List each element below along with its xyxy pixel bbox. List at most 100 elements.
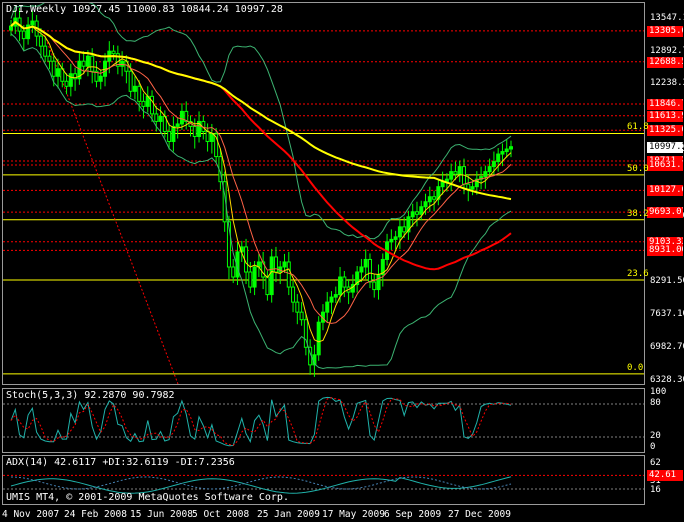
- candle-body: [342, 276, 347, 288]
- candle-body: [299, 311, 304, 321]
- ma-fast: [10, 21, 512, 343]
- stoch-main-line: [10, 396, 512, 447]
- price-axis-label: 12238.3: [650, 78, 684, 89]
- candle-body: [154, 113, 159, 122]
- candle-body: [500, 151, 505, 155]
- date-axis-label: 5 Oct 2008: [192, 509, 250, 520]
- date-axis-label: 15 Jun 2008: [130, 509, 193, 520]
- adx-value-tag: 42.61: [647, 470, 683, 482]
- stoch-axis-label: 100: [650, 387, 667, 397]
- fib-trendline: [42, 30, 179, 384]
- plus-di-line: [10, 476, 512, 490]
- candle-body: [179, 110, 184, 125]
- candle-body: [457, 166, 462, 175]
- stoch-axis-label: 80: [650, 398, 661, 408]
- date-axis-label: 27 Dec 2009: [448, 509, 511, 520]
- candle-body: [150, 95, 155, 115]
- candle-body: [64, 80, 69, 87]
- candle-body: [98, 75, 103, 82]
- candle-body: [449, 171, 454, 180]
- candle-body: [414, 211, 419, 215]
- price-chart-pane[interactable]: DJI,Weekly 10927.45 11000.83 10844.24 10…: [2, 2, 645, 385]
- candle-body: [295, 301, 300, 313]
- candle-body: [175, 123, 180, 127]
- fib-level-label: 23.6: [627, 269, 649, 280]
- stoch-axis-label: 0: [650, 442, 656, 452]
- candle-body: [483, 171, 488, 178]
- candle-body: [286, 261, 291, 288]
- candle-body: [85, 55, 90, 67]
- candle-body: [496, 153, 501, 163]
- candle-body: [504, 148, 509, 153]
- candle-body: [509, 146, 513, 150]
- price-level-tag: 11846.7: [647, 99, 683, 111]
- date-axis-label: 6 Sep 2009: [384, 509, 442, 520]
- candle-body: [9, 25, 13, 31]
- candle-body: [410, 211, 415, 218]
- candle-body: [90, 55, 95, 72]
- candle-body: [81, 60, 86, 67]
- candle-body: [269, 256, 274, 296]
- candle-body: [205, 130, 210, 143]
- current-price-tag: 10997.28: [647, 141, 683, 153]
- price-axis-label: 7637.10: [650, 309, 684, 320]
- candle-body: [47, 55, 52, 62]
- candle-body: [491, 161, 496, 168]
- candle-body: [359, 266, 364, 273]
- date-axis-label: 25 Jan 2009: [257, 509, 320, 520]
- candle-body: [158, 115, 163, 122]
- candle-body: [68, 73, 73, 87]
- candle-body: [192, 125, 197, 137]
- candle-body: [273, 256, 278, 273]
- bollinger-upper: [10, 3, 512, 240]
- candle-body: [132, 85, 137, 92]
- candle-body: [231, 266, 236, 278]
- fib-level-label: 0.0: [627, 362, 644, 373]
- candle-body: [291, 286, 296, 303]
- adx-line: [10, 476, 512, 494]
- candle-body: [325, 301, 330, 313]
- price-axis-label: 8291.50: [650, 276, 684, 287]
- candle-body: [453, 171, 458, 175]
- candle-body: [141, 100, 146, 107]
- candle-body: [372, 281, 377, 291]
- candle-body: [30, 20, 35, 26]
- candle-body: [38, 35, 43, 47]
- candle-body: [487, 166, 492, 173]
- candle-body: [209, 133, 214, 143]
- price-axis-label: 13547.1: [650, 12, 684, 23]
- price-level-tag: 8931.00: [647, 245, 683, 257]
- stochastic-header: Stoch(5,3,3) 92.2870 90.7982: [6, 390, 175, 401]
- ma-medium: [10, 21, 512, 324]
- price-level-tag: 12688.5: [647, 56, 683, 68]
- stoch-axis-label: 20: [650, 431, 661, 441]
- stochastic-pane[interactable]: Stoch(5,3,3) 92.2870 90.7982: [2, 388, 645, 453]
- candle-body: [333, 294, 338, 298]
- adx-pane[interactable]: ADX(14) 42.6117 +DI:32.6119 -DI:7.2356 U…: [2, 455, 645, 505]
- candle-body: [427, 196, 432, 203]
- candle-body: [316, 321, 321, 356]
- price-chart-canvas: [3, 3, 644, 384]
- candle-body: [120, 60, 125, 67]
- price-level-tag: 9693.07: [647, 207, 683, 219]
- fib-level-label: 50.0: [627, 163, 649, 174]
- date-axis-label: 4 Nov 2007: [2, 509, 60, 520]
- candle-body: [423, 201, 428, 208]
- candle-body: [470, 186, 475, 190]
- date-axis-label: 17 May 2009: [322, 509, 385, 520]
- candle-body: [397, 226, 402, 238]
- candle-body: [282, 261, 287, 268]
- candle-body: [248, 271, 253, 288]
- price-axis-label: 6328.30: [650, 375, 684, 385]
- mt4-chart-window: DJI,Weekly 10927.45 11000.83 10844.24 10…: [0, 0, 684, 522]
- candle-body: [432, 196, 437, 200]
- fib-level-label: 61.8: [627, 122, 649, 133]
- ma-200: [10, 20, 512, 201]
- candle-body: [137, 85, 142, 102]
- candle-body: [43, 45, 48, 57]
- candle-body: [171, 125, 176, 143]
- candle-body: [389, 238, 394, 243]
- price-level-tag: 13305.6: [647, 25, 683, 37]
- candle-body: [329, 296, 334, 303]
- candle-body: [128, 70, 133, 92]
